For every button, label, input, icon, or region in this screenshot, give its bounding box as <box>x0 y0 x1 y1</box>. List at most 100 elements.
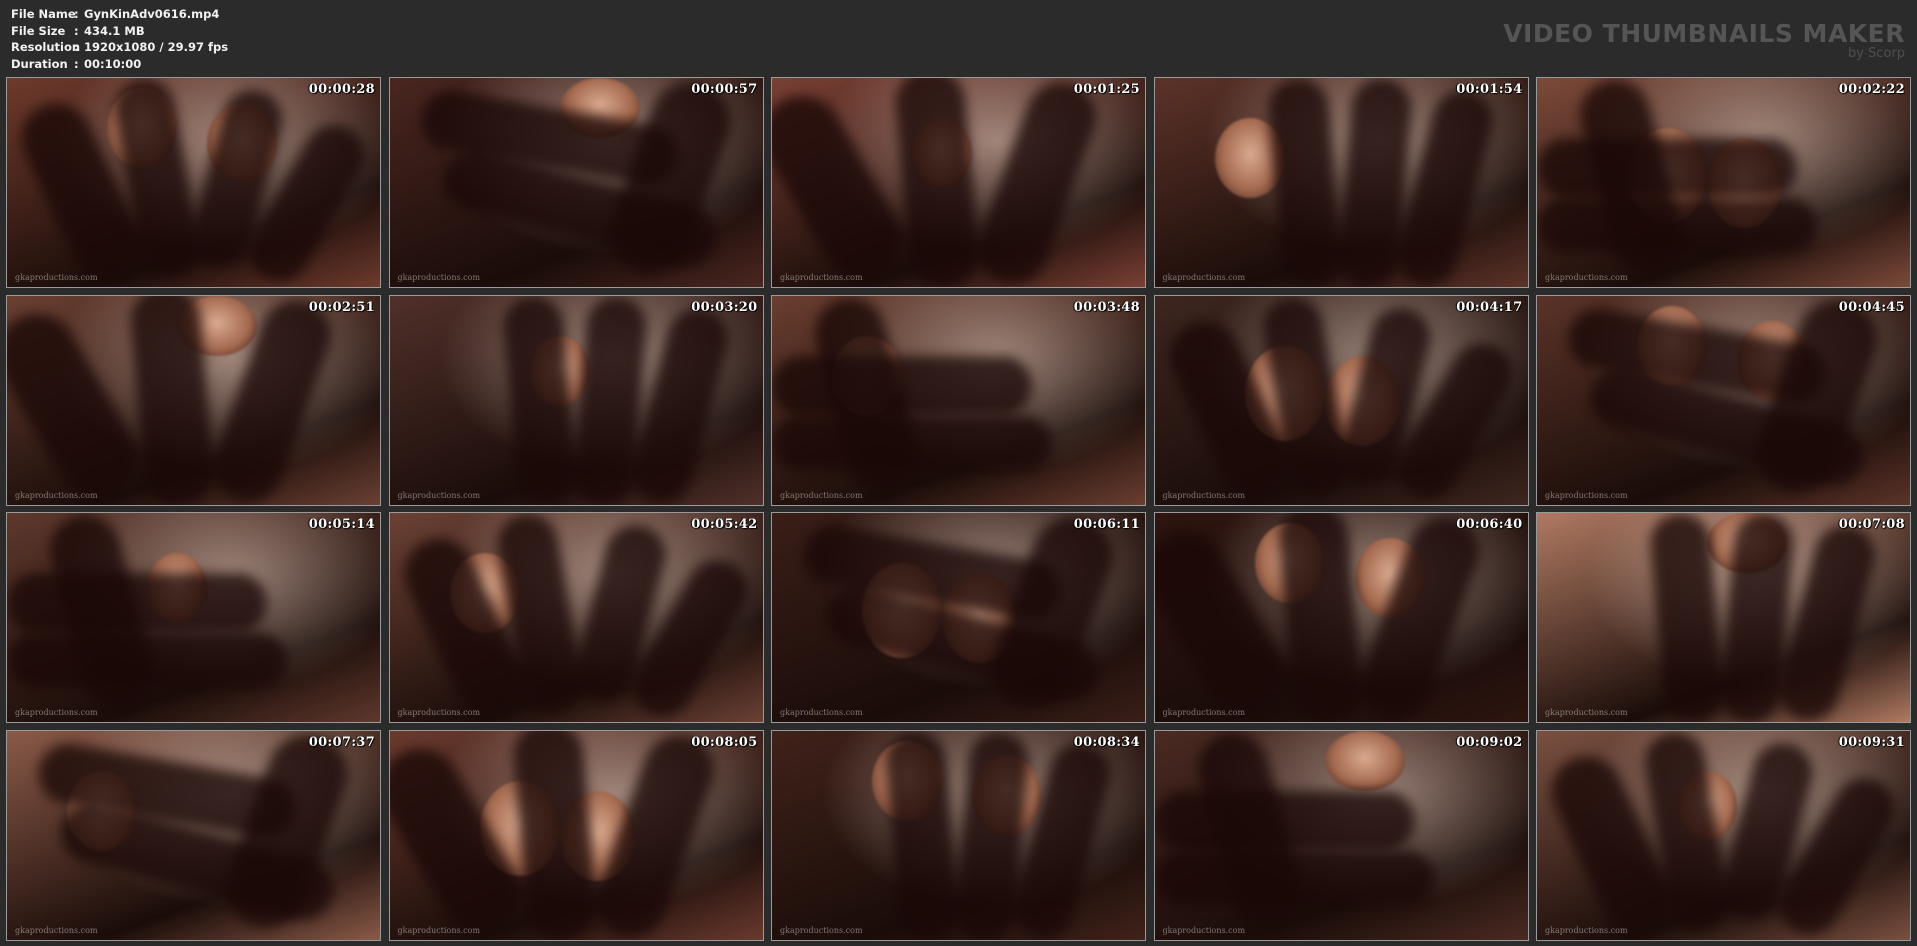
thumbnail-watermark: gkaproductions.com <box>1545 925 1628 935</box>
thumbnail-image <box>7 295 380 505</box>
thumbnail-watermark: gkaproductions.com <box>15 925 98 935</box>
thumbnail-frame: 00:04:17 gkaproductions.com <box>1153 294 1529 506</box>
thumbnail-frame: 00:07:08 gkaproductions.com <box>1536 512 1911 723</box>
thumbnail-timestamp: 00:00:57 <box>691 82 758 97</box>
thumbnail-timestamp: 00:01:54 <box>1456 82 1523 97</box>
thumbnail-frame: 00:05:14 gkaproductions.com <box>6 512 381 723</box>
info-value: 434.1 MB <box>84 23 145 38</box>
hand-silhouette <box>510 730 599 940</box>
thumbnail-watermark: gkaproductions.com <box>1162 708 1246 717</box>
thumbnail-image <box>1154 78 1528 287</box>
info-label: Duration <box>11 56 68 71</box>
info-row-duration: Duration : 00:10:00 <box>11 56 228 73</box>
thumbnail-frame: 00:07:37 gkaproductions.com <box>6 729 381 941</box>
thumbnail-frame: 00:03:48 gkaproductions.com <box>771 294 1146 506</box>
contact-sheet: File Name : GynKinAdv0616.mp4 File Size … <box>0 0 1917 946</box>
thumbnail-watermark: gkaproductions.com <box>397 273 481 282</box>
thumbnail-timestamp: 00:05:42 <box>691 517 758 532</box>
brand-logo: VIDEO THUMBNAILS MAKER by Scorp <box>1503 20 1905 61</box>
thumbnail-image <box>1537 730 1910 940</box>
thumbnail-frame: 00:02:22 gkaproductions.com <box>1536 77 1911 288</box>
thumbnail-image <box>772 730 1145 940</box>
thumbnail-timestamp: 00:04:17 <box>1456 299 1523 315</box>
thumbnail-image <box>389 295 763 505</box>
hand-silhouette <box>882 730 962 940</box>
info-label: File Name <box>11 7 76 21</box>
thumbnail-image <box>1154 513 1528 722</box>
hand-silhouette <box>500 295 579 505</box>
thumbnail-watermark: gkaproductions.com <box>1162 273 1246 282</box>
info-value: GynKinAdv0616.mp4 <box>84 7 220 21</box>
thumbnail-frame: 00:02:51 gkaproductions.com <box>6 294 381 506</box>
hand-silhouette <box>892 78 982 287</box>
info-value: 1920x1080 / 29.97 fps <box>84 40 229 54</box>
thumbnail-image <box>389 513 763 722</box>
thumbnail-timestamp: 00:01:25 <box>1073 82 1140 97</box>
thumbnail-watermark: gkaproductions.com <box>1162 490 1246 500</box>
thumbnail-image <box>1537 513 1910 722</box>
thumbnail-image <box>1537 78 1910 287</box>
thumbnail-timestamp: 00:07:08 <box>1838 517 1905 532</box>
thumbnail-frame: 00:01:54 gkaproductions.com <box>1153 77 1529 288</box>
thumbnail-image <box>772 78 1145 287</box>
thumbnail-image <box>7 730 380 940</box>
thumbnail-timestamp: 00:08:34 <box>1073 734 1140 750</box>
thumbnail-image <box>1154 730 1528 940</box>
thumbnail-watermark: gkaproductions.com <box>15 490 98 500</box>
thumbnail-frame: 00:03:20 gkaproductions.com <box>388 294 764 506</box>
info-separator: : <box>74 7 79 21</box>
thumbnail-watermark: gkaproductions.com <box>397 925 481 935</box>
thumbnail-timestamp: 00:02:22 <box>1838 82 1905 97</box>
info-label: Resolution <box>11 40 81 54</box>
thumbnail-timestamp: 00:09:02 <box>1456 734 1523 750</box>
info-row-file-name: File Name : GynKinAdv0616.mp4 <box>11 6 228 23</box>
thumbnail-timestamp: 00:04:45 <box>1838 299 1905 315</box>
thumbnail-image <box>772 295 1145 505</box>
info-separator: : <box>74 56 79 71</box>
thumbnail-watermark: gkaproductions.com <box>15 708 98 717</box>
thumbnail-frame: 00:06:40 gkaproductions.com <box>1153 512 1529 723</box>
thumbnail-image <box>772 513 1145 722</box>
thumbnail-watermark: gkaproductions.com <box>780 708 863 717</box>
thumbnail-frame: 00:09:02 gkaproductions.com <box>1153 729 1529 941</box>
thumbnail-image <box>1154 295 1528 505</box>
thumbnail-watermark: gkaproductions.com <box>397 708 481 717</box>
thumbnail-image <box>7 78 380 287</box>
thumbnail-frame: 00:00:28 gkaproductions.com <box>6 77 381 288</box>
thumbnail-watermark: gkaproductions.com <box>1545 708 1628 717</box>
thumbnail-timestamp: 00:02:51 <box>308 299 375 315</box>
thumbnail-frame: 00:00:57 gkaproductions.com <box>388 77 764 288</box>
thumbnail-watermark: gkaproductions.com <box>1162 925 1246 935</box>
thumbnail-grid: 00:00:28 gkaproductions.com 00:00:57 gkapro… <box>6 77 1912 941</box>
file-info-panel: File Name : GynKinAdv0616.mp4 File Size … <box>11 6 228 72</box>
brand-title: VIDEO THUMBNAILS MAKER <box>1503 19 1905 48</box>
thumbnail-watermark: gkaproductions.com <box>397 490 481 500</box>
thumbnail-watermark: gkaproductions.com <box>780 925 863 935</box>
thumbnail-image <box>7 513 380 722</box>
thumbnail-frame: 00:08:34 gkaproductions.com <box>771 729 1146 941</box>
hand-silhouette <box>772 81 917 287</box>
info-separator: : <box>74 23 79 38</box>
thumbnail-timestamp: 00:03:20 <box>691 299 758 315</box>
thumbnail-frame: 00:01:25 gkaproductions.com <box>771 77 1146 288</box>
thumbnail-frame: 00:08:05 gkaproductions.com <box>388 729 764 941</box>
thumbnail-watermark: gkaproductions.com <box>1545 490 1628 500</box>
info-separator: : <box>74 40 79 54</box>
thumbnail-watermark: gkaproductions.com <box>1545 273 1628 282</box>
thumbnail-timestamp: 00:05:14 <box>308 517 375 532</box>
thumbnail-timestamp: 00:06:40 <box>1456 517 1523 532</box>
hand-silhouette <box>7 298 152 505</box>
info-row-resolution: Resolution : 1920x1080 / 29.97 fps <box>11 39 228 56</box>
thumbnail-timestamp: 00:08:05 <box>691 734 758 750</box>
hand-silhouette <box>1275 513 1364 722</box>
thumbnail-timestamp: 00:06:11 <box>1073 517 1140 532</box>
thumbnail-image <box>1537 295 1910 505</box>
thumbnail-frame: 00:06:11 gkaproductions.com <box>771 512 1146 723</box>
thumbnail-timestamp: 00:00:28 <box>308 82 375 97</box>
thumbnail-timestamp: 00:09:31 <box>1838 734 1905 750</box>
hand-silhouette <box>1265 78 1344 287</box>
info-value: 00:10:00 <box>84 56 142 71</box>
info-row-file-size: File Size : 434.1 MB <box>11 23 228 40</box>
brand-byline: by Scorp <box>1847 46 1905 61</box>
face-shape <box>1324 730 1405 791</box>
